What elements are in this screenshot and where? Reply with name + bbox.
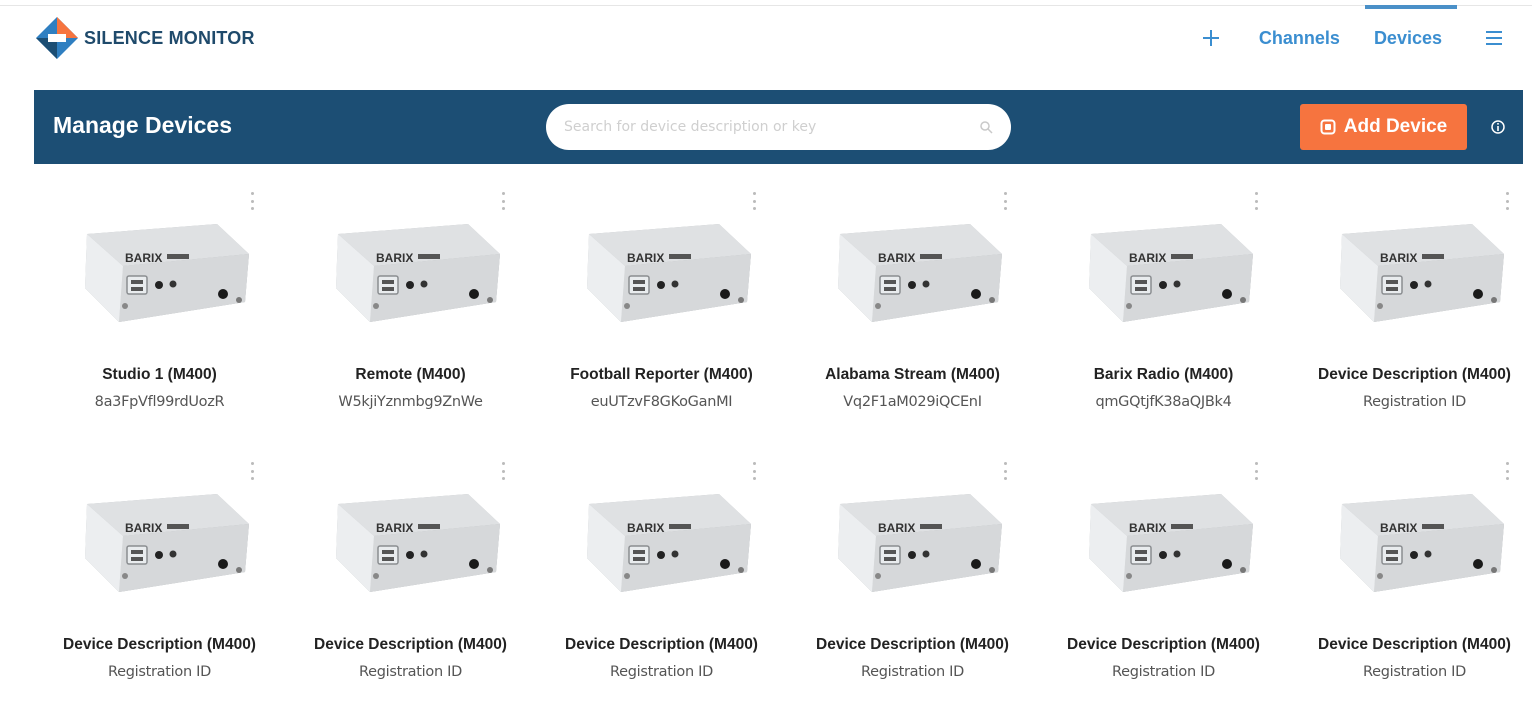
svg-text:BARIX: BARIX [627, 251, 664, 265]
search-input[interactable] [564, 119, 979, 135]
svg-text:BARIX: BARIX [878, 251, 915, 265]
device-card[interactable]: BARIX Device Description (M400) Registra… [1038, 448, 1289, 718]
barix-device-image: BARIX [586, 494, 751, 592]
device-name: Device Description (M400) [565, 636, 758, 653]
barix-device-image: BARIX [84, 494, 249, 592]
manage-devices-toolbar: Manage Devices Add Device [34, 90, 1523, 164]
svg-text:BARIX: BARIX [376, 251, 413, 265]
more-options-icon[interactable] [500, 460, 506, 482]
device-card[interactable]: BARIX Studio 1 (M400) 8a3FpVfl99rdUozR [34, 178, 285, 448]
silence-monitor-logo-icon [34, 15, 80, 61]
device-card[interactable]: BARIX Football Reporter (M400) euUTzvF8G… [536, 178, 787, 448]
device-card[interactable]: BARIX Remote (M400) W5kjiYznmbg9ZnWe [285, 178, 536, 448]
device-name: Device Description (M400) [63, 636, 256, 653]
device-name: Device Description (M400) [1318, 366, 1511, 383]
device-name: Device Description (M400) [314, 636, 507, 653]
barix-device-image: BARIX [1339, 494, 1504, 592]
barix-device-image: BARIX [837, 494, 1002, 592]
more-options-icon[interactable] [500, 190, 506, 212]
barix-device-image: BARIX [586, 224, 751, 322]
device-registration-id: 8a3FpVfl99rdUozR [94, 394, 225, 410]
barix-device-image: BARIX [837, 224, 1002, 322]
svg-text:BARIX: BARIX [878, 521, 915, 535]
barix-device-image: BARIX [1339, 224, 1504, 322]
device-name: Device Description (M400) [1318, 636, 1511, 653]
device-registration-id: Vq2F1aM029iQCEnI [843, 394, 982, 410]
device-registration-id: Registration ID [1112, 664, 1215, 680]
nav-devices-link[interactable]: Devices [1374, 28, 1442, 49]
more-options-icon[interactable] [249, 190, 255, 212]
plus-icon[interactable] [1197, 24, 1225, 52]
device-registration-id: Registration ID [861, 664, 964, 680]
more-options-icon[interactable] [1504, 460, 1510, 482]
hamburger-menu-icon[interactable] [1484, 27, 1506, 49]
add-box-icon [1320, 119, 1336, 135]
more-options-icon[interactable] [249, 460, 255, 482]
nav-channels-link[interactable]: Channels [1259, 28, 1340, 49]
device-registration-id: Registration ID [1363, 664, 1466, 680]
device-registration-id: Registration ID [610, 664, 713, 680]
barix-device-image: BARIX [1088, 494, 1253, 592]
device-card[interactable]: BARIX Device Description (M400) Registra… [536, 448, 787, 718]
device-registration-id: qmGQtjfK38aQJBk4 [1095, 394, 1232, 410]
device-card[interactable]: BARIX Device Description (M400) Registra… [1289, 448, 1532, 718]
svg-text:BARIX: BARIX [376, 521, 413, 535]
more-options-icon[interactable] [1253, 190, 1259, 212]
device-registration-id: Registration ID [359, 664, 462, 680]
svg-text:BARIX: BARIX [1380, 251, 1417, 265]
device-registration-id: Registration ID [108, 664, 211, 680]
device-card[interactable]: BARIX Alabama Stream (M400) Vq2F1aM029iQ… [787, 178, 1038, 448]
brand[interactable]: SILENCE MONITOR [34, 14, 255, 62]
info-icon[interactable] [1490, 119, 1506, 135]
device-name: Remote (M400) [355, 366, 466, 383]
device-registration-id: euUTzvF8GKoGanMI [590, 394, 733, 410]
device-card[interactable]: BARIX Device Description (M400) Registra… [34, 448, 285, 718]
device-name: Studio 1 (M400) [102, 366, 217, 383]
device-grid: BARIX Studio 1 (M400) 8a3FpVfl99rdUozR B… [34, 178, 1523, 718]
device-name: Device Description (M400) [816, 636, 1009, 653]
search-icon[interactable] [979, 120, 993, 134]
device-card[interactable]: BARIX Device Description (M400) Registra… [285, 448, 536, 718]
svg-text:BARIX: BARIX [125, 521, 162, 535]
brand-name: SILENCE MONITOR [84, 27, 255, 48]
search-box[interactable] [546, 104, 1011, 150]
device-registration-id: Registration ID [1363, 394, 1466, 410]
svg-text:BARIX: BARIX [627, 521, 664, 535]
add-device-label: Add Device [1343, 116, 1448, 137]
device-name: Alabama Stream (M400) [825, 366, 1000, 383]
top-border [0, 0, 1532, 6]
barix-device-image: BARIX [84, 224, 249, 322]
active-tab-indicator [1365, 5, 1457, 9]
svg-text:BARIX: BARIX [1380, 521, 1417, 535]
device-name: Barix Radio (M400) [1093, 366, 1234, 383]
more-options-icon[interactable] [1002, 190, 1008, 212]
barix-device-image: BARIX [335, 494, 500, 592]
device-registration-id: W5kjiYznmbg9ZnWe [338, 394, 483, 410]
device-name: Football Reporter (M400) [570, 366, 753, 383]
more-options-icon[interactable] [1002, 460, 1008, 482]
barix-device-image: BARIX [335, 224, 500, 322]
device-card[interactable]: BARIX Device Description (M400) Registra… [787, 448, 1038, 718]
svg-text:BARIX: BARIX [125, 251, 162, 265]
device-name: Device Description (M400) [1067, 636, 1260, 653]
svg-text:BARIX: BARIX [1129, 521, 1166, 535]
barix-device-image: BARIX [1088, 224, 1253, 322]
more-options-icon[interactable] [751, 460, 757, 482]
add-device-button[interactable]: Add Device [1300, 104, 1467, 150]
svg-text:BARIX: BARIX [1129, 251, 1166, 265]
more-options-icon[interactable] [1253, 460, 1259, 482]
page-title: Manage Devices [53, 112, 232, 138]
top-navigation: Channels Devices [1197, 18, 1506, 58]
more-options-icon[interactable] [751, 190, 757, 212]
device-card[interactable]: BARIX Barix Radio (M400) qmGQtjfK38aQJBk… [1038, 178, 1289, 448]
device-card[interactable]: BARIX Device Description (M400) Registra… [1289, 178, 1532, 448]
more-options-icon[interactable] [1504, 190, 1510, 212]
